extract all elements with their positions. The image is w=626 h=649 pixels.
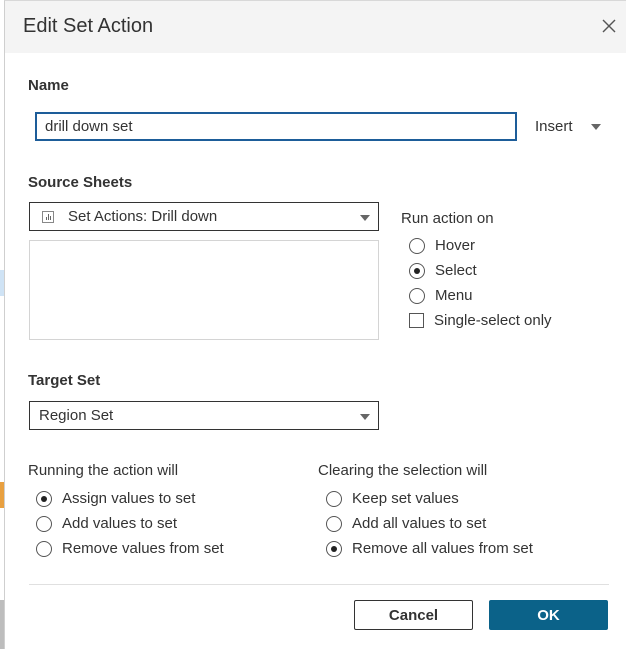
checkbox-icon bbox=[409, 313, 424, 328]
cancel-button[interactable]: Cancel bbox=[354, 600, 473, 630]
close-button[interactable] bbox=[598, 15, 620, 37]
dialog-titlebar: Edit Set Action bbox=[5, 1, 626, 53]
radio-icon bbox=[326, 515, 342, 532]
radio-label: Assign values to set bbox=[62, 490, 196, 507]
checkbox-label: Single-select only bbox=[434, 312, 552, 329]
assign-values-radio[interactable]: Assign values to set bbox=[36, 490, 195, 507]
close-icon bbox=[602, 19, 616, 33]
name-label: Name bbox=[28, 77, 69, 94]
source-sheets-list[interactable] bbox=[29, 240, 379, 340]
remove-all-values-radio[interactable]: Remove all values from set bbox=[326, 540, 533, 557]
run-action-on-label: Run action on bbox=[401, 210, 494, 227]
radio-label: Add all values to set bbox=[352, 515, 487, 532]
radio-label: Keep set values bbox=[352, 490, 459, 507]
add-all-values-radio[interactable]: Add all values to set bbox=[326, 515, 486, 532]
name-input[interactable] bbox=[35, 112, 517, 141]
running-action-label: Running the action will bbox=[28, 462, 179, 479]
keep-set-values-radio[interactable]: Keep set values bbox=[326, 490, 459, 507]
run-on-menu-radio[interactable]: Menu bbox=[409, 287, 473, 304]
insert-dropdown[interactable]: Insert bbox=[535, 118, 601, 135]
radio-icon bbox=[409, 287, 425, 304]
clearing-selection-label: Clearing the selection will bbox=[318, 462, 488, 479]
radio-icon bbox=[36, 540, 52, 557]
insert-label: Insert bbox=[535, 118, 573, 135]
radio-label: Remove all values from set bbox=[352, 540, 533, 557]
target-set-label: Target Set bbox=[28, 372, 101, 389]
target-set-dropdown[interactable]: Region Set bbox=[29, 401, 379, 430]
remove-values-radio[interactable]: Remove values from set bbox=[36, 540, 224, 557]
chevron-down-icon bbox=[590, 123, 601, 130]
source-sheets-label: Source Sheets bbox=[28, 174, 133, 191]
run-on-hover-radio[interactable]: Hover bbox=[409, 237, 475, 254]
radio-label: Remove values from set bbox=[62, 540, 224, 557]
radio-label: Hover bbox=[435, 237, 476, 254]
radio-label: Add values to set bbox=[62, 515, 178, 532]
dialog-title: Edit Set Action bbox=[23, 15, 154, 37]
source-sheets-dropdown[interactable]: Set Actions: Drill down bbox=[29, 202, 379, 231]
single-select-only-checkbox[interactable]: Single-select only bbox=[409, 312, 552, 329]
radio-icon bbox=[409, 237, 425, 254]
radio-label: Menu bbox=[435, 287, 473, 304]
bar-chart-sheet-icon bbox=[42, 210, 54, 223]
radio-icon bbox=[326, 490, 342, 507]
chevron-down-icon bbox=[360, 215, 370, 221]
radio-selected-icon bbox=[326, 540, 342, 557]
radio-selected-icon bbox=[409, 262, 425, 279]
chevron-down-icon bbox=[360, 414, 370, 420]
add-values-radio[interactable]: Add values to set bbox=[36, 515, 177, 532]
footer-divider bbox=[29, 584, 609, 585]
run-on-select-radio[interactable]: Select bbox=[409, 262, 477, 279]
radio-label: Select bbox=[435, 262, 477, 279]
edit-set-action-dialog: Edit Set Action Name Insert Source Sheet… bbox=[4, 0, 626, 649]
source-sheets-selected: Set Actions: Drill down bbox=[68, 208, 218, 225]
target-set-selected: Region Set bbox=[39, 407, 114, 424]
radio-icon bbox=[36, 515, 52, 532]
ok-button[interactable]: OK bbox=[489, 600, 608, 630]
radio-selected-icon bbox=[36, 490, 52, 507]
